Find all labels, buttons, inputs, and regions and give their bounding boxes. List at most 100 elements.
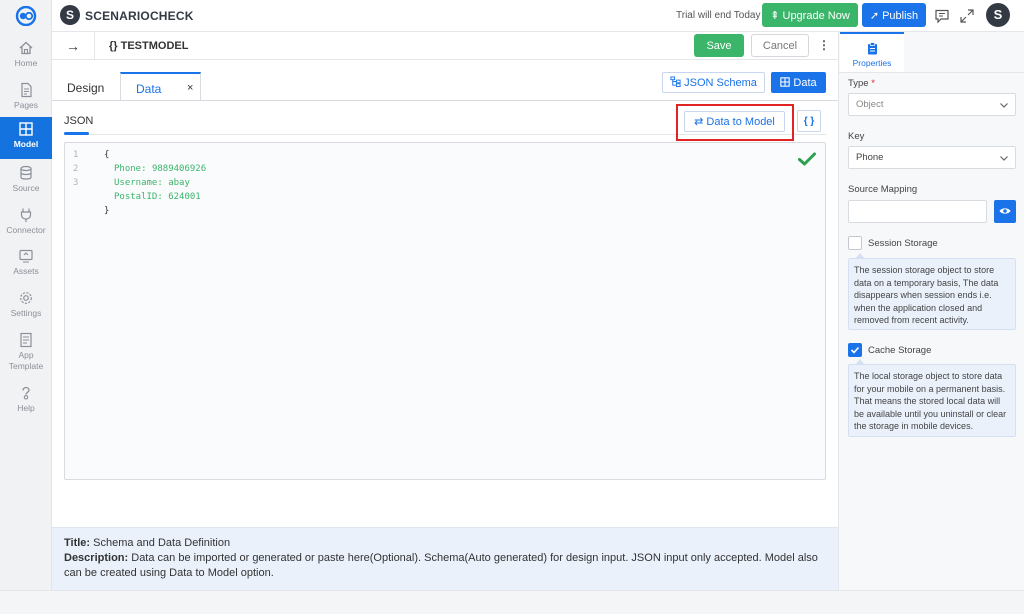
type-label: Type * <box>848 78 875 89</box>
checkmark-icon <box>850 346 860 354</box>
tab-data-label: Data <box>136 82 162 96</box>
publish-label: Publish <box>882 9 919 22</box>
line-number: 2 <box>73 164 79 174</box>
properties-tab-label: Properties <box>852 58 892 68</box>
footer-title-text: Schema and Data Definition <box>93 537 231 549</box>
bottom-strip <box>0 590 1024 614</box>
pages-icon <box>21 82 32 98</box>
model-title-text: TESTMODEL <box>120 40 189 52</box>
sidebar-item-label: Pages <box>13 100 39 110</box>
rocket-icon: ➚ <box>869 9 880 22</box>
grid-icon <box>780 76 791 87</box>
json-key: Phone: <box>114 164 147 174</box>
eye-icon <box>999 208 1011 214</box>
upgrade-now-button[interactable]: ⇞ Upgrade Now <box>762 3 858 27</box>
cache-storage-checkbox[interactable] <box>848 343 862 357</box>
footer-title-line: Title: Schema and Data Definition <box>64 536 829 551</box>
expand-icon[interactable] <box>959 8 975 24</box>
assets-icon <box>19 249 33 263</box>
feedback-icon[interactable] <box>934 8 950 24</box>
sidebar-item-settings[interactable]: Settings <box>0 286 52 328</box>
json-schema-button[interactable]: JSON Schema <box>662 72 765 93</box>
model-icon <box>19 122 33 136</box>
footer-description-line: Description: Data can be imported or gen… <box>64 551 829 581</box>
sidebar-item-label: Source <box>12 183 40 193</box>
required-marker: * <box>871 78 875 89</box>
json-schema-label: JSON Schema <box>684 77 757 89</box>
session-storage-checkbox[interactable] <box>848 236 862 250</box>
session-storage-label: Session Storage <box>868 238 938 249</box>
back-arrow-icon[interactable]: → <box>66 38 80 54</box>
tab-properties[interactable]: Properties <box>840 32 904 72</box>
tab-divider <box>52 100 838 101</box>
sidebar-item-model[interactable]: Model <box>0 117 52 159</box>
data-view-button[interactable]: Data <box>771 72 826 93</box>
model-title: {} TESTMODEL <box>109 40 188 52</box>
sidebar-item-label: Help <box>17 403 35 413</box>
code-line-phone: Phone: 9889406926 <box>114 164 206 174</box>
preview-mapping-button[interactable] <box>994 200 1016 223</box>
sidebar-item-label: Home <box>14 58 38 68</box>
app-name: SCENARIOCHECK <box>85 9 194 23</box>
code-open-brace: { <box>104 150 110 160</box>
plug-icon <box>20 208 32 222</box>
save-button[interactable]: Save <box>694 34 744 57</box>
data-view-label: Data <box>793 76 817 89</box>
data-to-model-button[interactable]: ⇄ Data to Model <box>684 111 785 132</box>
code-close-brace: } <box>104 206 110 216</box>
brand-badge: S <box>60 5 80 25</box>
json-section-label[interactable]: JSON <box>64 115 93 127</box>
gear-icon <box>20 292 32 304</box>
format-json-button[interactable]: { } <box>797 110 821 132</box>
model-toolbar: → {} TESTMODEL Save Cancel ⋮ <box>52 32 838 60</box>
key-label: Key <box>848 131 865 142</box>
valid-check-icon <box>798 152 816 166</box>
close-tab-icon[interactable]: × <box>187 82 193 94</box>
upgrade-label: Upgrade Now <box>782 9 850 22</box>
sidebar-item-source[interactable]: Source <box>0 161 52 203</box>
sidebar-item-home[interactable]: Home <box>0 36 52 78</box>
upgrade-icon: ⇞ <box>770 9 780 22</box>
json-editor[interactable]: 1 2 3 { Phone: 9889406926 Username: abay… <box>64 142 826 480</box>
tab-data[interactable]: Data × <box>120 72 201 100</box>
sidebar-item-app-template[interactable]: App Template <box>0 328 52 374</box>
info-footer: Title: Schema and Data Definition Descri… <box>52 527 838 590</box>
sidebar-item-label: Model <box>13 139 39 149</box>
toolbar-divider <box>94 32 95 60</box>
line-number: 3 <box>73 178 79 188</box>
cancel-button[interactable]: Cancel <box>751 34 809 57</box>
footer-description-label: Description: <box>64 552 129 564</box>
code-line-username: Username: abay <box>114 178 190 188</box>
key-select[interactable]: Phone <box>848 146 1016 169</box>
sidebar-item-pages[interactable]: Pages <box>0 78 52 120</box>
cache-storage-label: Cache Storage <box>868 345 932 356</box>
trial-notice: Trial will end Today <box>676 10 761 21</box>
publish-button[interactable]: ➚ Publish <box>862 3 926 27</box>
clipboard-icon <box>867 42 877 55</box>
left-sidebar: Home Pages Model Source Connector Assets… <box>0 0 52 590</box>
swap-icon: ⇄ <box>694 116 704 128</box>
sidebar-item-label: Assets <box>13 266 39 276</box>
source-mapping-label: Source Mapping <box>848 184 918 195</box>
sidebar-item-label: App <box>18 350 34 360</box>
app-logo-icon[interactable] <box>14 6 38 26</box>
line-number: 1 <box>73 150 79 160</box>
help-icon <box>22 386 30 400</box>
chevron-down-icon <box>1000 156 1008 161</box>
footer-title-label: Title: <box>64 537 91 549</box>
source-mapping-input[interactable] <box>848 200 987 223</box>
tab-design[interactable]: Design <box>67 81 104 95</box>
session-storage-info: The session storage object to store data… <box>848 253 1016 330</box>
json-value: 9889406926 <box>151 164 207 174</box>
panel-divider <box>839 72 1024 73</box>
app-window: Home Pages Model Source Connector Assets… <box>0 0 1024 590</box>
user-avatar[interactable]: S <box>986 3 1010 27</box>
more-options-icon[interactable]: ⋮ <box>818 38 830 52</box>
sidebar-item-assets[interactable]: Assets <box>0 244 52 286</box>
sidebar-item-connector[interactable]: Connector <box>0 203 52 245</box>
type-select[interactable]: Object <box>848 93 1016 116</box>
sidebar-item-help[interactable]: Help <box>0 381 52 423</box>
cache-storage-info: The local storage object to store data f… <box>848 359 1016 437</box>
json-tab-indicator <box>64 132 89 135</box>
footer-description-text: Data can be imported or generated or pas… <box>64 552 818 579</box>
